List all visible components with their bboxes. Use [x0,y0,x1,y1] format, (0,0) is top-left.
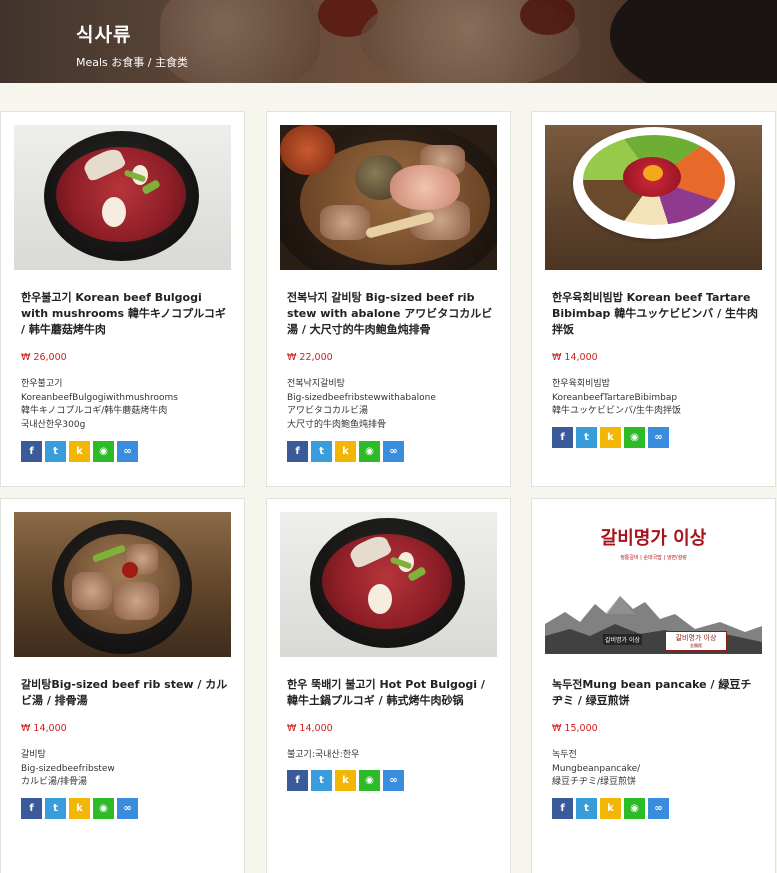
menu-item-price: ₩ 14,000 [552,352,598,363]
kakaostory-icon[interactable]: k [600,427,621,448]
line-icon[interactable]: ◉ [624,798,645,819]
share-buttons: f t k ◉ ∞ [552,427,669,448]
menu-item-price: ₩ 26,000 [21,352,67,363]
kakaostory-icon[interactable]: k [600,798,621,819]
kakaostory-icon[interactable]: k [335,770,356,791]
link-icon[interactable]: ∞ [383,770,404,791]
mountain-landscape-image [545,596,762,654]
menu-item-description: 갈비탕 Big-sizedbeefribstew カルビ湯/排骨湯 [21,749,231,790]
description-line: KoreanbeefBulgogiwithmushrooms [21,392,178,403]
description-line: Mungbeanpancake/ [552,763,641,774]
logo-tagline: 정통갈비 | 순대국밥 | 냉면/설렁 [620,555,687,561]
menu-item-price: ₩ 15,000 [552,723,598,734]
twitter-icon[interactable]: t [45,798,66,819]
kakaostory-icon[interactable]: k [69,441,90,462]
line-icon[interactable]: ◉ [93,441,114,462]
description-line: KoreanbeefTartareBibimbap [552,392,678,403]
menu-card: 갈비탕Big-sized beef rib stew / カルビ湯 / 排骨湯 … [0,498,245,873]
description-line: 전복낙지갈비탕 [287,379,345,389]
menu-photo-tartare-bibimbap[interactable] [545,125,762,270]
menu-item-description: 한우육회비빔밥 KoreanbeefTartareBibimbap 韓牛ユッケビ… [552,378,762,419]
facebook-icon[interactable]: f [287,770,308,791]
logo-seal-right: 갈비명가 이상 金鵝館 [665,631,727,651]
menu-item-price: ₩ 14,000 [287,723,333,734]
link-icon[interactable]: ∞ [648,427,669,448]
description-line: 한우육회비빔밥 [552,379,610,389]
menu-item-name[interactable]: 녹두전Mung bean pancake / 緑豆チヂミ / 绿豆煎饼 [552,677,760,709]
logo-seal-left: 갈비명가 이상 [603,634,643,645]
logo-title: 갈비명가 이상 [600,528,707,549]
facebook-icon[interactable]: f [552,798,573,819]
menu-item-name[interactable]: 한우 뚝배기 불고기 Hot Pot Bulgogi / 韓牛土鍋プルコギ / … [287,677,495,709]
menu-item-description: 불고기:국내산:한우 [287,749,497,763]
description-line: Big-sizedbeefribstew [21,763,115,774]
menu-card: 전복낙지 갈비탕 Big-sized beef rib stew with ab… [266,111,511,487]
menu-item-price: ₩ 22,000 [287,352,333,363]
menu-card: 갈비명가 이상 정통갈비 | 순대국밥 | 냉면/설렁 갈비명가 이상 갈비명가… [531,498,776,873]
share-buttons: f t k ◉ ∞ [21,441,138,462]
menu-card: 한우 뚝배기 불고기 Hot Pot Bulgogi / 韓牛土鍋プルコギ / … [266,498,511,873]
twitter-icon[interactable]: t [311,441,332,462]
description-line: 韓牛ユッケビビンバ/生牛肉拌饭 [552,406,682,416]
line-icon[interactable]: ◉ [624,427,645,448]
description-line: Big-sizedbeefribstewwithabalone [287,392,436,403]
link-icon[interactable]: ∞ [117,798,138,819]
twitter-icon[interactable]: t [45,441,66,462]
description-line: 국내산한우300g [21,419,86,430]
line-icon[interactable]: ◉ [359,441,380,462]
share-buttons: f t k ◉ ∞ [21,798,138,819]
link-icon[interactable]: ∞ [117,441,138,462]
menu-item-name[interactable]: 갈비탕Big-sized beef rib stew / カルビ湯 / 排骨湯 [21,677,229,709]
facebook-icon[interactable]: f [21,798,42,819]
menu-photo-bulgogi[interactable] [14,125,231,270]
menu-card: 한우육회비빔밥 Korean beef Tartare Bibimbap 韓牛ユ… [531,111,776,487]
description-line: カルビ湯/排骨湯 [21,777,88,787]
line-icon[interactable]: ◉ [93,798,114,819]
twitter-icon[interactable]: t [311,770,332,791]
menu-item-description: 한우불고기 KoreanbeefBulgogiwithmushrooms 韓牛キ… [21,378,231,432]
menu-card: 한우불고기 Korean beef Bulgogi with mushrooms… [0,111,245,487]
menu-item-price: ₩ 14,000 [21,723,67,734]
menu-item-description: 전복낙지갈비탕 Big-sizedbeefribstewwithabalone … [287,378,497,432]
description-line: 緑豆チヂミ/绿豆煎饼 [552,777,637,787]
menu-photo-hotpot-bulgogi[interactable] [280,512,497,657]
description-line: 불고기:국내산:한우 [287,750,360,760]
description-line: 녹두전 [552,750,577,760]
menu-photo-restaurant-logo[interactable]: 갈비명가 이상 정통갈비 | 순대국밥 | 냉면/설렁 갈비명가 이상 갈비명가… [545,512,762,657]
description-line: 한우불고기 [21,379,63,389]
description-line: 韓牛キノコプルコギ/韩牛蘑菇烤牛肉 [21,406,168,416]
link-icon[interactable]: ∞ [383,441,404,462]
menu-item-name[interactable]: 전복낙지 갈비탕 Big-sized beef rib stew with ab… [287,290,495,338]
twitter-icon[interactable]: t [576,427,597,448]
page-banner: 식사류 Meals お食事 / 主食类 [0,0,777,83]
facebook-icon[interactable]: f [21,441,42,462]
menu-item-description: 녹두전 Mungbeanpancake/ 緑豆チヂミ/绿豆煎饼 [552,749,762,790]
page-subtitle: Meals お食事 / 主食类 [76,56,188,69]
share-buttons: f t k ◉ ∞ [552,798,669,819]
share-buttons: f t k ◉ ∞ [287,441,404,462]
facebook-icon[interactable]: f [287,441,308,462]
link-icon[interactable]: ∞ [648,798,669,819]
page-title: 식사류 [76,24,132,46]
menu-item-name[interactable]: 한우불고기 Korean beef Bulgogi with mushrooms… [21,290,229,338]
description-line: 大尺寸的牛肉鲍鱼炖排骨 [287,419,387,430]
facebook-icon[interactable]: f [552,427,573,448]
menu-photo-abalone-rib-stew[interactable] [280,125,497,270]
twitter-icon[interactable]: t [576,798,597,819]
description-line: 갈비탕 [21,750,46,760]
menu-item-name[interactable]: 한우육회비빔밥 Korean beef Tartare Bibimbap 韓牛ユ… [552,290,760,338]
line-icon[interactable]: ◉ [359,770,380,791]
share-buttons: f t k ◉ ∞ [287,770,404,791]
menu-photo-rib-stew[interactable] [14,512,231,657]
kakaostory-icon[interactable]: k [69,798,90,819]
description-line: アワビタコカルビ湯 [287,406,369,416]
kakaostory-icon[interactable]: k [335,441,356,462]
